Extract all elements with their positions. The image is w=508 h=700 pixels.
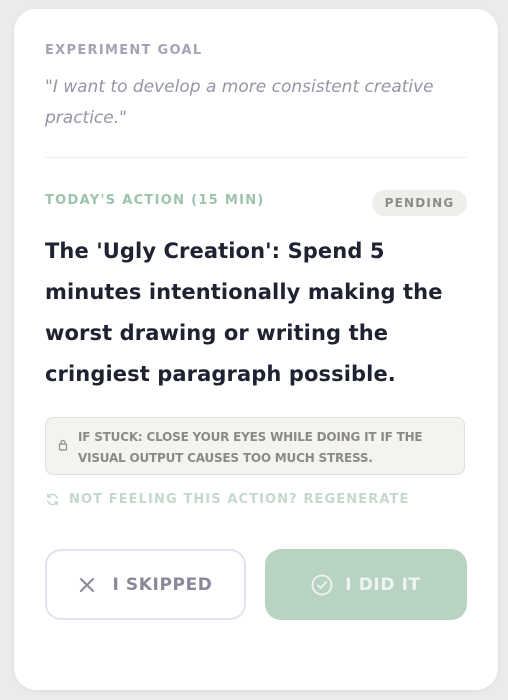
skip-button[interactable]: I SKIPPED (45, 549, 246, 620)
divider (45, 157, 467, 158)
lock-icon (58, 439, 68, 451)
check-circle-icon (311, 574, 333, 595)
regenerate-label: NOT FEELING THIS ACTION? REGENERATE (69, 491, 410, 507)
status-badge: PENDING (372, 190, 467, 216)
close-icon (80, 577, 95, 592)
tip-box: IF STUCK: CLOSE YOUR EYES WHILE DOING IT… (45, 417, 465, 475)
tip-text: IF STUCK: CLOSE YOUR EYES WHILE DOING IT… (78, 430, 423, 465)
skip-button-label: I SKIPPED (112, 574, 213, 595)
refresh-icon (47, 493, 58, 505)
action-label: TODAY'S ACTION (15 MIN) (45, 193, 265, 208)
did-it-button[interactable]: I DID IT (265, 549, 467, 620)
action-description: The 'Ugly Creation': Spend 5 minutes int… (45, 239, 443, 386)
goal-quote: "I want to develop a more consistent cre… (45, 77, 434, 128)
regenerate-link[interactable]: NOT FEELING THIS ACTION? REGENERATE (45, 489, 409, 509)
did-it-button-label: I DID IT (345, 574, 421, 595)
goal-label: EXPERIMENT GOAL (45, 43, 203, 58)
experiment-card: EXPERIMENT GOAL "I want to develop a mor… (14, 9, 498, 690)
